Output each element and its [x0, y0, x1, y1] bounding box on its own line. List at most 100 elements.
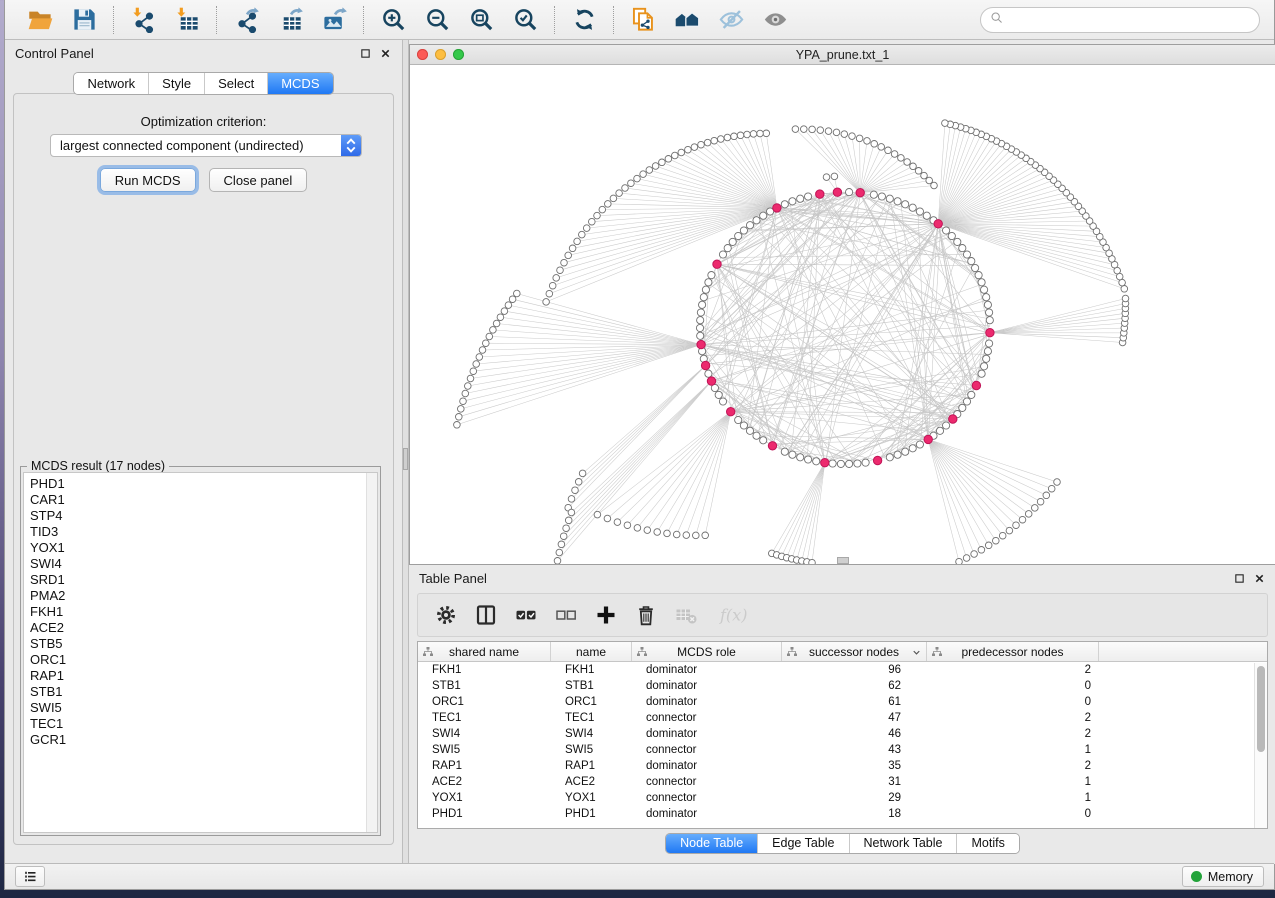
table-scrollbar[interactable]: [1254, 663, 1267, 828]
toolbar-separator: [216, 6, 217, 34]
zoom-out-icon[interactable]: [420, 4, 454, 36]
delete-column-icon[interactable]: [634, 600, 658, 630]
mcds-result-item[interactable]: STB1: [30, 684, 377, 700]
mcds-result-item[interactable]: ACE2: [30, 620, 377, 636]
memory-button[interactable]: Memory: [1182, 866, 1264, 887]
table-row[interactable]: TEC1TEC1connector472: [418, 710, 1267, 726]
column-header-name[interactable]: name: [551, 642, 632, 661]
table-row[interactable]: SWI4SWI4dominator462: [418, 726, 1267, 742]
import-network-icon[interactable]: [126, 4, 160, 36]
open-file-icon[interactable]: [23, 4, 57, 36]
table-row[interactable]: FKH1FKH1dominator962: [418, 662, 1267, 678]
mcds-result-item[interactable]: SWI5: [30, 700, 377, 716]
cell-predecessors: 2: [927, 760, 1099, 772]
mcds-result-item[interactable]: STB5: [30, 636, 377, 652]
cell-predecessors: 2: [927, 712, 1099, 724]
table-row[interactable]: STB1STB1dominator620: [418, 678, 1267, 694]
column-header-predecessor-nodes[interactable]: predecessor nodes: [927, 642, 1099, 661]
panel-mode-icon[interactable]: [474, 600, 498, 630]
run-mcds-button[interactable]: Run MCDS: [100, 168, 196, 192]
mcds-result-item[interactable]: STP4: [30, 508, 377, 524]
select-all-icon[interactable]: [514, 600, 538, 630]
save-session-icon[interactable]: [67, 4, 101, 36]
mcds-result-item[interactable]: RAP1: [30, 668, 377, 684]
mcds-result-item[interactable]: FKH1: [30, 604, 377, 620]
zoom-in-icon[interactable]: [376, 4, 410, 36]
search-input[interactable]: [1009, 13, 1251, 28]
network-view-window: YPA_prune.txt_1: [409, 44, 1275, 565]
deselect-all-icon[interactable]: [554, 600, 578, 630]
export-network-icon[interactable]: [229, 4, 263, 36]
cell-successors: 46: [782, 728, 927, 740]
tab-network-table[interactable]: Network Table: [849, 834, 957, 853]
cell-shared_name: SWI4: [418, 728, 551, 740]
float-panel-icon[interactable]: [1232, 571, 1246, 585]
add-column-icon[interactable]: [594, 600, 618, 630]
export-image-icon[interactable]: [317, 4, 351, 36]
mcds-result-item[interactable]: CAR1: [30, 492, 377, 508]
tab-network[interactable]: Network: [74, 73, 148, 94]
cell-successors: 47: [782, 712, 927, 724]
table-row[interactable]: ACE2ACE2connector311: [418, 774, 1267, 790]
table-row[interactable]: YOX1YOX1connector291: [418, 790, 1267, 806]
mcds-result-item[interactable]: PMA2: [30, 588, 377, 604]
mcds-result-item[interactable]: TEC1: [30, 716, 377, 732]
tab-select[interactable]: Select: [204, 73, 267, 94]
refresh-view-icon[interactable]: [567, 4, 601, 36]
mcds-result-item[interactable]: PHD1: [30, 476, 377, 492]
tab-motifs[interactable]: Motifs: [956, 834, 1018, 853]
mcds-result-item[interactable]: SWI4: [30, 556, 377, 572]
export-table-icon[interactable]: [273, 4, 307, 36]
close-panel-icon[interactable]: [378, 46, 392, 60]
table-settings-icon[interactable]: [434, 600, 458, 630]
mcds-result-item[interactable]: TID3: [30, 524, 377, 540]
cell-successors: 29: [782, 792, 927, 804]
hide-selected-icon[interactable]: [714, 4, 748, 36]
table-row[interactable]: RAP1RAP1dominator352: [418, 758, 1267, 774]
column-header-shared-name[interactable]: shared name: [418, 642, 551, 661]
tab-style[interactable]: Style: [148, 73, 204, 94]
toolbar-separator: [113, 6, 114, 34]
show-all-icon[interactable]: [758, 4, 792, 36]
column-header-MCDS-role[interactable]: MCDS role: [632, 642, 782, 661]
toolbar-separator: [613, 6, 614, 34]
status-list-icon[interactable]: [15, 866, 45, 887]
search-icon: [989, 10, 1005, 31]
import-table-icon[interactable]: [170, 4, 204, 36]
node-table-body: FKH1FKH1dominator962STB1STB1dominator620…: [418, 662, 1267, 822]
close-panel-button[interactable]: Close panel: [209, 168, 308, 192]
optimization-criterion-select[interactable]: largest connected component (undirected): [50, 134, 362, 157]
table-scrollbar-thumb[interactable]: [1257, 666, 1265, 752]
table-row[interactable]: ORC1ORC1dominator610: [418, 694, 1267, 710]
mcds-result-item[interactable]: SRD1: [30, 572, 377, 588]
cell-name: FKH1: [551, 664, 632, 676]
float-panel-icon[interactable]: [358, 46, 372, 60]
mcds-list-scrollbar[interactable]: [366, 473, 377, 832]
main-toolbar: [5, 0, 1274, 40]
mcds-result-item[interactable]: YOX1: [30, 540, 377, 556]
mcds-result-list[interactable]: PHD1CAR1STP4TID3YOX1SWI4SRD1PMA2FKH1ACE2…: [23, 472, 378, 833]
tab-node-table[interactable]: Node Table: [666, 834, 757, 853]
table-panel-title: Table Panel: [409, 571, 487, 586]
select-stepper-icon: [341, 135, 361, 156]
column-header-successor-nodes[interactable]: successor nodes: [782, 642, 927, 661]
mcds-result-item[interactable]: ORC1: [30, 652, 377, 668]
tab-edge-table[interactable]: Edge Table: [757, 834, 848, 853]
close-panel-icon[interactable]: [1252, 571, 1266, 585]
cell-mcds_role: dominator: [632, 808, 782, 820]
duplicate-network-icon[interactable]: [626, 4, 660, 36]
network-canvas[interactable]: [410, 65, 1275, 564]
mcds-result-item[interactable]: GCR1: [30, 732, 377, 748]
zoom-fit-icon[interactable]: [464, 4, 498, 36]
vertical-splitter-handle[interactable]: [403, 448, 408, 470]
first-neighbors-icon[interactable]: [670, 4, 704, 36]
vertical-splitter[interactable]: [402, 40, 409, 864]
fan-edges: [457, 123, 1126, 563]
cell-shared_name: TEC1: [418, 712, 551, 724]
search-box[interactable]: [980, 7, 1260, 33]
table-row[interactable]: PHD1PHD1dominator180: [418, 806, 1267, 822]
table-row[interactable]: SWI5SWI5connector431: [418, 742, 1267, 758]
horizontal-splitter-handle[interactable]: [837, 557, 849, 564]
tab-mcds[interactable]: MCDS: [267, 73, 332, 94]
zoom-selected-icon[interactable]: [508, 4, 542, 36]
